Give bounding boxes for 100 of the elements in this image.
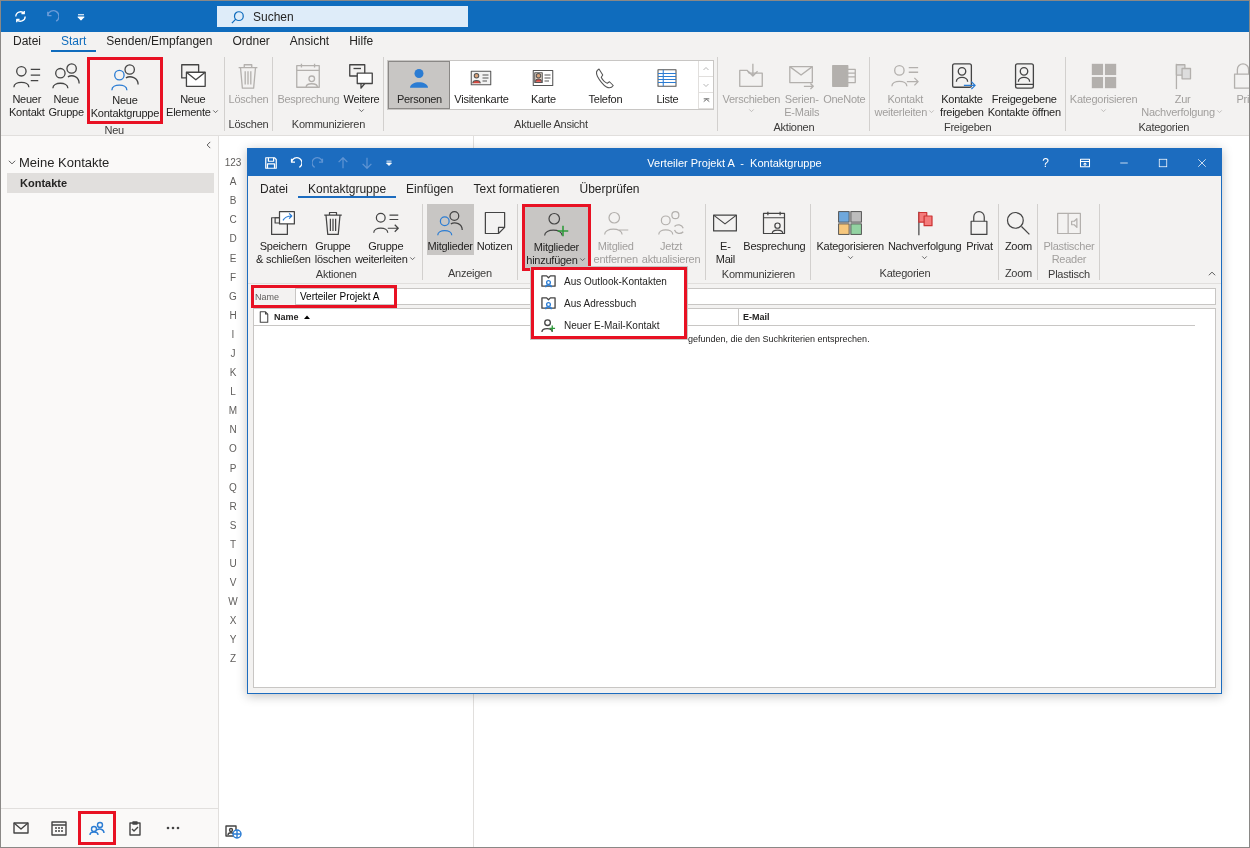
ribbon-button[interactable]: Gruppe löschen: [313, 204, 352, 268]
people-icon: [51, 61, 82, 91]
index-letter[interactable]: R: [229, 496, 237, 516]
ribbon-tab[interactable]: Datei: [250, 179, 298, 198]
index-letter[interactable]: O: [229, 439, 237, 459]
folder-item[interactable]: Kontakte: [7, 173, 214, 193]
caret-icon: [1214, 107, 1224, 116]
index-letter[interactable]: Q: [229, 477, 237, 497]
index-letter[interactable]: Y: [229, 630, 237, 650]
index-letter[interactable]: N: [229, 420, 237, 440]
caret-icon: [845, 253, 855, 262]
menu-tab[interactable]: Ordner: [222, 32, 280, 52]
ribbon-tab[interactable]: Einfügen: [396, 179, 464, 198]
index-letter[interactable]: E: [229, 248, 237, 268]
category-squares-icon: [836, 209, 865, 237]
ribbon-button[interactable]: Neuer Kontakt: [8, 57, 46, 121]
ribbon-button[interactable]: Speichern & schließen: [255, 204, 312, 268]
menu-tab[interactable]: Start: [51, 32, 97, 52]
people-refresh-icon: [657, 209, 686, 237]
index-letter[interactable]: T: [229, 534, 237, 554]
view-option[interactable]: Personen: [388, 61, 451, 109]
group-label: Aktionen: [314, 268, 358, 281]
ribbon-tab[interactable]: Überprüfen: [569, 179, 650, 198]
index-letter[interactable]: W: [228, 592, 238, 612]
ribbon-button[interactable]: Zoom: [1003, 204, 1034, 255]
menu-item[interactable]: Neuer E-Mail-Kontakt: [531, 314, 687, 336]
help-button[interactable]: ?: [1026, 149, 1065, 176]
view-option[interactable]: Telefon: [574, 61, 637, 109]
view-option[interactable]: Visitenkarte: [450, 61, 513, 109]
ribbon-button[interactable]: Mitglieder hinzufügen: [522, 204, 591, 271]
group-label: Plastisch: [1047, 268, 1091, 281]
menu-tab[interactable]: Ansicht: [279, 32, 340, 52]
ribbon-button[interactable]: Kategorisieren: [815, 204, 885, 264]
ribbon-button[interactable]: Neue Kontaktgruppe: [86, 57, 164, 124]
redo-icon: [312, 155, 326, 170]
index-letter[interactable]: K: [229, 363, 237, 383]
index-letter[interactable]: P: [229, 458, 237, 478]
chevron-down-icon: [7, 157, 17, 167]
ribbon-tab[interactable]: Text formatieren: [463, 179, 570, 198]
index-letter[interactable]: C: [229, 210, 237, 230]
empty-message: gefunden, die den Suchkriterien entsprechen.: [688, 334, 871, 344]
ribbon-button[interactable]: Privat: [964, 204, 995, 255]
group-label: Löschen: [227, 118, 270, 131]
search-icon: [231, 9, 245, 24]
index-letter[interactable]: 123: [224, 153, 242, 173]
group-label: Zoom: [1003, 267, 1033, 280]
menu-tab[interactable]: Hilfe: [339, 32, 384, 52]
index-letter[interactable]: A: [229, 172, 237, 192]
index-letter[interactable]: H: [229, 305, 237, 325]
contact-globe-icon: [223, 823, 243, 839]
field-label: Name: [254, 291, 280, 302]
index-letter[interactable]: Z: [229, 649, 237, 669]
ribbon-button[interactable]: Besprechung: [742, 204, 807, 255]
index-letter[interactable]: D: [229, 229, 237, 249]
ribbon-button[interactable]: Neue Gruppe: [47, 57, 85, 121]
ribbon-button[interactable]: Kontakte freigeben: [939, 57, 985, 121]
caret-icon: [577, 255, 587, 264]
column-header[interactable]: E-Mail: [738, 309, 770, 325]
close-icon: [1195, 156, 1208, 169]
view-option[interactable]: Liste: [636, 61, 699, 109]
sync-icon: [13, 9, 28, 24]
caret-icon: [210, 107, 220, 116]
group-label: Kategorien: [1137, 121, 1191, 134]
menu-tab[interactable]: Senden/Empfangen: [96, 32, 223, 52]
ribbon-button[interactable]: E- Mail: [710, 204, 741, 268]
index-letter[interactable]: G: [229, 286, 237, 306]
index-letter[interactable]: X: [229, 611, 237, 631]
group-label: Aktuelle Ansicht: [513, 118, 589, 131]
ribbon-button[interactable]: Weitere: [342, 57, 381, 117]
caret-icon: [407, 254, 417, 263]
index-letter[interactable]: M: [228, 401, 238, 421]
ribbon-button[interactable]: Nachverfolgung: [886, 204, 963, 264]
group-label: Kategorien: [878, 267, 932, 280]
group-label: Kommunizieren: [290, 118, 366, 131]
index-letter[interactable]: B: [229, 191, 237, 211]
group-label: Kommunizieren: [720, 268, 796, 281]
index-letter[interactable]: I: [231, 324, 235, 344]
maximize-icon: [1156, 156, 1169, 169]
arrow-up-icon: [336, 155, 350, 170]
caret-icon: [1099, 106, 1109, 115]
index-letter[interactable]: J: [230, 343, 236, 364]
calendar-icon: [51, 820, 67, 836]
folder-group-header[interactable]: Meine Kontakte: [1, 153, 218, 171]
index-letter[interactable]: V: [229, 573, 237, 593]
index-letter[interactable]: U: [229, 553, 237, 574]
nav-button[interactable]: [78, 811, 116, 845]
view-option[interactable]: Karte: [512, 61, 575, 109]
search-field[interactable]: Suchen: [217, 6, 468, 27]
ribbon-button[interactable]: Notizen: [475, 204, 514, 255]
ribbon-button[interactable]: Freigegebene Kontakte öffnen: [986, 57, 1062, 121]
index-letter[interactable]: L: [230, 382, 236, 402]
people-icon: [89, 820, 105, 836]
caret-icon: [920, 253, 930, 262]
menu-tab[interactable]: Datei: [3, 32, 51, 52]
index-letter[interactable]: F: [229, 267, 237, 287]
ribbon-button[interactable]: Neue Elemente: [165, 57, 221, 121]
ribbon-tab[interactable]: Kontaktgruppe: [298, 179, 397, 198]
ribbon-button[interactable]: Gruppe weiterleiten: [353, 204, 418, 268]
index-letter[interactable]: S: [229, 515, 237, 535]
ribbon-button[interactable]: Mitglieder: [426, 204, 474, 255]
